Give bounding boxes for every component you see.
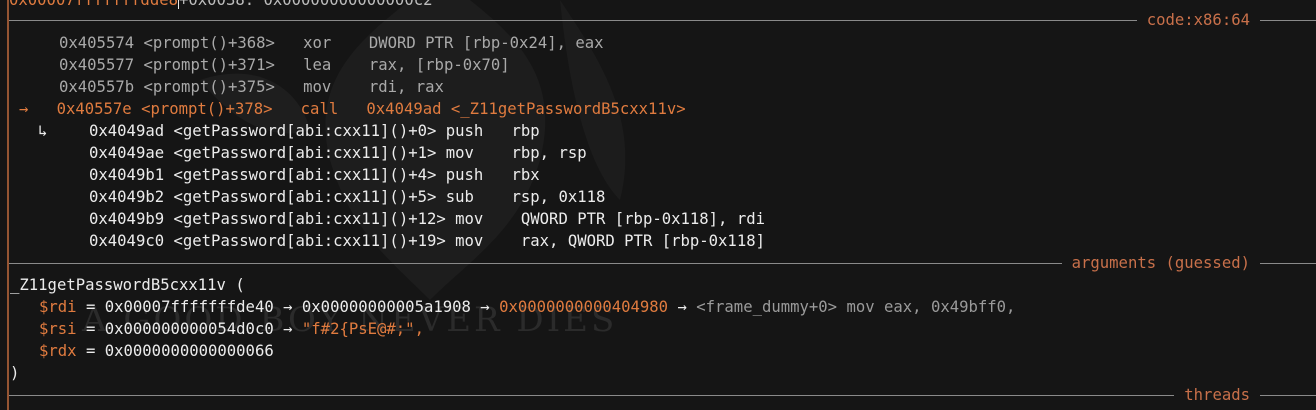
instr-operands: rax, [rbp-0x70] [368,56,510,74]
register-value: 0x0000000000000066 [104,342,274,360]
separator-rule [9,395,1316,396]
code-row[interactable]: 0x4049ad <getPassword[abi:cxx11]()+0> pu… [89,120,540,142]
instr-symbol: <prompt()+368> [143,34,275,52]
instr-symbol: <getPassword[abi:cxx11]()+19> [173,232,446,250]
deref-arrow: → [273,298,302,316]
current-arrow-icon: → [19,100,29,118]
code-row[interactable]: 0x4049c0 <getPassword[abi:cxx11]()+19> m… [89,230,765,252]
instr-operands: rsp, 0x118 [511,188,606,206]
instr-mnemonic: mov [303,78,332,96]
code-row[interactable]: 0x40557b <prompt()+375> mov rdi, rax [59,76,444,98]
arg-row-rdi[interactable]: $rdi = 0x00007fffffffde40 → 0x0000000000… [39,296,1015,318]
register-name: $rdi [39,298,77,316]
instr-operands: rax, QWORD PTR [rbp-0x118] [520,232,765,250]
code-pointer-value: 0x0000000000404980 [499,298,669,316]
stack-offset-value: +0x0038: 0x00000000000000c2 [179,0,433,9]
instr-symbol: <prompt()+375> [143,78,275,96]
arguments-section-header: arguments (guessed) [9,252,1316,274]
current-instruction-row[interactable]: → 0x40557e <prompt()+378> call 0x4049ad … [19,98,686,120]
instr-mnemonic: mov [455,232,484,250]
instr-symbol: <prompt()+371> [143,56,275,74]
deref-value: 0x00000000005a1908 [301,298,471,316]
deref-arrow: → [470,298,500,316]
separator-rule [9,20,1316,21]
instr-symbol: <getPassword[abi:cxx11]()+12> [173,210,446,228]
instr-mnemonic: push [445,166,484,184]
stack-address: 0x00007fffffffdde8 [9,0,178,9]
equals-sign: = [76,298,105,316]
code-row[interactable]: 0x405574 <prompt()+368> xor DWORD PTR [r… [59,32,604,54]
instr-operands: 0x4049ad <_Z11getPasswordB5cxx11v> [366,100,686,118]
instr-address: 0x40557b [59,78,135,96]
string-value: "f#2{PsE@#;", [301,320,424,338]
code-section-title: code:x86:64 [1136,9,1260,31]
instr-operands: QWORD PTR [rbp-0x118], rdi [520,210,765,228]
code-row[interactable]: 0x4049b1 <getPassword[abi:cxx11]()+4> pu… [89,164,540,186]
instr-address: 0x4049b2 [89,188,165,206]
instr-address: 0x405577 [59,56,135,74]
code-row[interactable]: 0x4049ae <getPassword[abi:cxx11]()+1> mo… [89,142,587,164]
instr-address: 0x4049ad [89,122,165,140]
terminal-window[interactable]: A good boy never dies 0x00007fffffffdde8… [0,0,1316,410]
register-value: 0x00007fffffffde40 [104,298,274,316]
code-row[interactable]: 0x4049b2 <getPassword[abi:cxx11]()+5> su… [89,186,605,208]
register-value: 0x000000000054d0c0 [104,320,274,338]
instr-operands: rbp, rsp [511,144,587,162]
instr-address: 0x405574 [59,34,135,52]
function-signature: _Z11getPasswordB5cxx11v ( [10,276,245,294]
instr-mnemonic: xor [303,34,332,52]
instr-mnemonic: call [300,100,339,118]
threads-section-header: threads [9,384,1316,406]
instr-mnemonic: mov [455,210,484,228]
code-row[interactable]: 0x4049b9 <getPassword[abi:cxx11]()+12> m… [89,208,765,230]
arg-row-rdx[interactable]: $rdx = 0x0000000000000066 [39,340,274,362]
instr-operands: rbp [511,122,540,140]
instr-operands: DWORD PTR [rbp-0x24], eax [368,34,604,52]
arguments-section-title: arguments (guessed) [1061,252,1260,274]
instruction-hint: <frame_dummy+0> mov eax, 0x49bff0, [696,298,1016,316]
register-name: $rdx [39,342,77,360]
instr-mnemonic: mov [445,144,474,162]
instr-address: 0x4049ae [89,144,165,162]
arg-row-rsi[interactable]: $rsi = 0x000000000054d0c0 → "f#2{PsE@#;"… [39,318,424,340]
function-close-paren: ) [10,364,20,382]
instr-symbol: <getPassword[abi:cxx11]()+0> [173,122,437,140]
instr-address: 0x4049b1 [89,166,165,184]
instr-operands: rdi, rax [368,78,444,96]
register-name: $rsi [39,320,77,338]
instr-address: 0x4049c0 [89,232,165,250]
instr-mnemonic: sub [445,188,474,206]
deref-arrow: → [668,298,697,316]
code-row[interactable]: 0x405577 <prompt()+371> lea rax, [rbp-0x… [59,54,510,76]
instr-address: 0x40557e [56,100,132,118]
instr-symbol: <getPassword[abi:cxx11]()+4> [173,166,437,184]
deref-arrow: → [273,320,302,338]
branch-arrow-icon: ↳ [38,122,48,140]
instr-symbol: <prompt()+378> [141,100,273,118]
left-border [7,0,9,410]
instr-operands: rbx [511,166,540,184]
instr-mnemonic: lea [303,56,332,74]
equals-sign: = [76,342,105,360]
code-section-header: code:x86:64 [9,9,1316,31]
instr-symbol: <getPassword[abi:cxx11]()+5> [173,188,437,206]
threads-section-title: threads [1174,384,1260,406]
instr-symbol: <getPassword[abi:cxx11]()+1> [173,144,437,162]
instr-mnemonic: push [445,122,484,140]
equals-sign: = [76,320,105,338]
instr-address: 0x4049b9 [89,210,165,228]
